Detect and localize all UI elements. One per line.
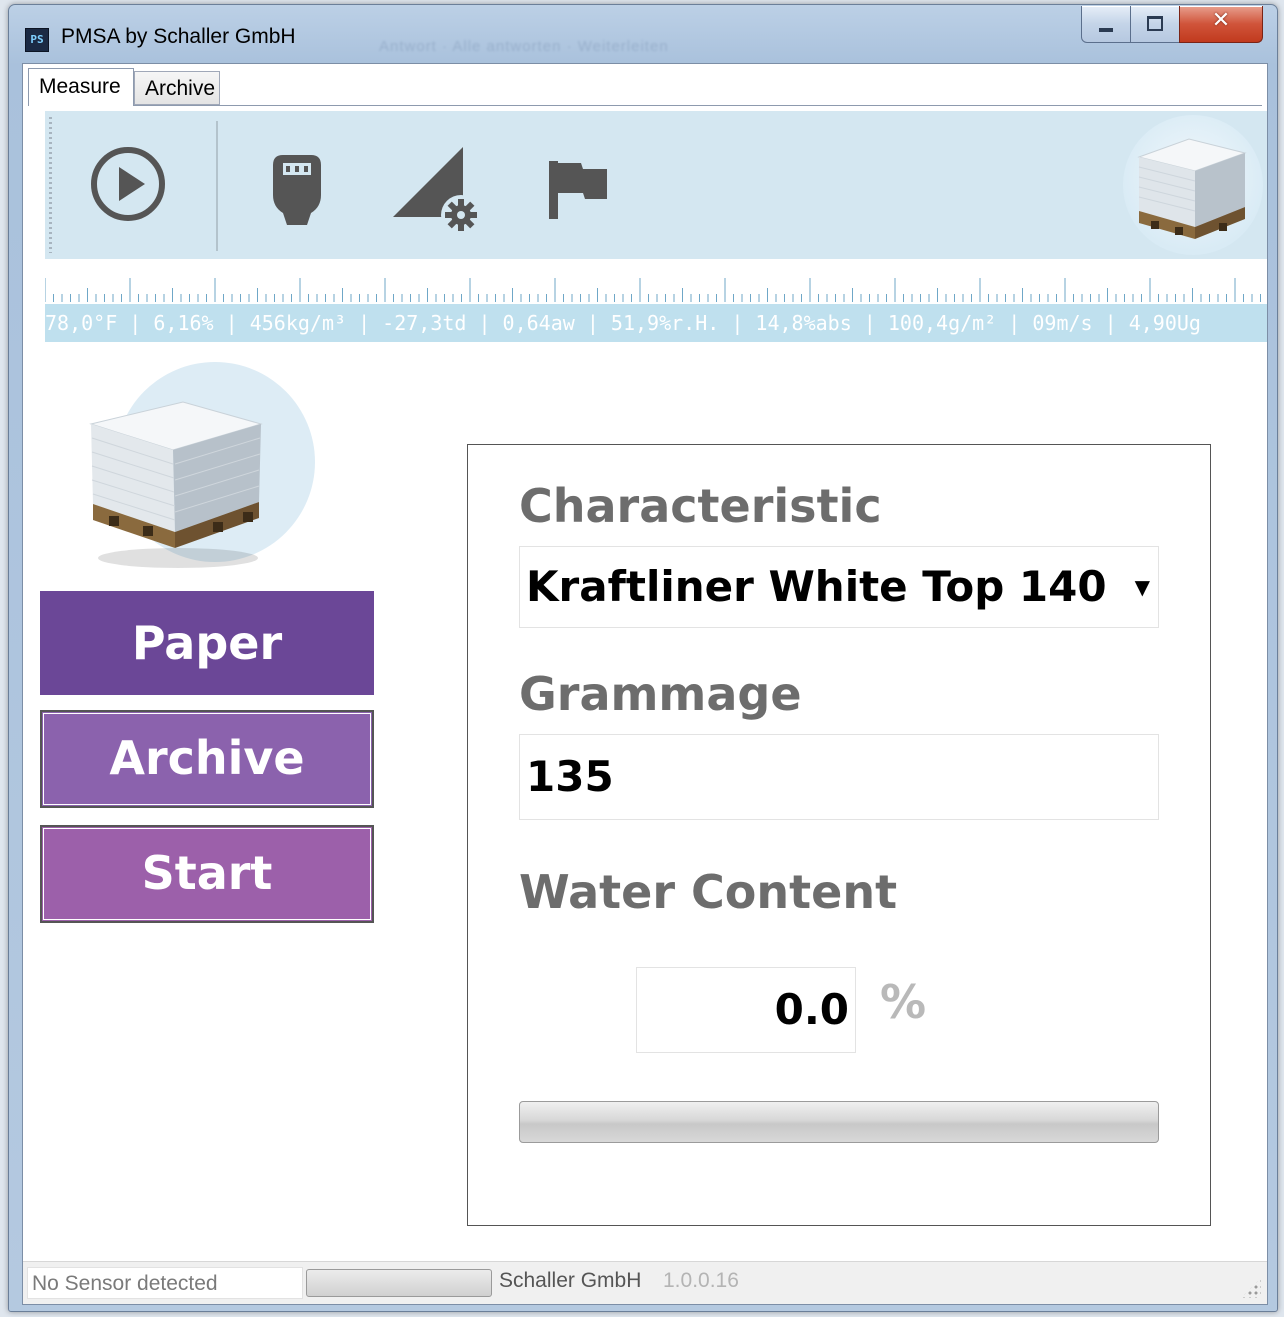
status-bar: No Sensor detected Schaller GmbH 1.0.0.1… — [23, 1261, 1267, 1304]
paper-pallet-icon — [89, 401, 263, 568]
sensor-button[interactable] — [267, 151, 327, 233]
close-button[interactable]: ✕ — [1179, 6, 1263, 43]
tab-measure[interactable]: Measure — [28, 68, 134, 106]
maximize-button[interactable] — [1130, 6, 1180, 43]
tab-divider — [28, 105, 1262, 106]
title-bar[interactable]: PS PMSA by Schaller GmbH Antwort · Alle … — [9, 5, 1277, 61]
toolbar — [45, 111, 1267, 259]
ruler-scale — [44, 278, 1261, 302]
flag-icon — [549, 161, 607, 219]
close-icon: ✕ — [1211, 8, 1231, 33]
app-icon: PS — [25, 28, 49, 52]
status-progress-bar — [306, 1269, 492, 1297]
grammage-input[interactable]: 135 — [519, 734, 1159, 820]
play-button[interactable] — [87, 143, 169, 229]
sensor-status: No Sensor detected — [27, 1267, 303, 1299]
start-button[interactable]: Start — [40, 825, 374, 923]
water-content-value[interactable]: 0.0 — [636, 967, 856, 1053]
measurement-progress-bar — [519, 1101, 1159, 1143]
client-area: Measure Archive 78,0°F | 6,16% | 456kg/m… — [22, 63, 1268, 1305]
characteristic-select[interactable]: Kraftliner White Top 140 ▼ — [519, 546, 1159, 628]
version-label: 1.0.0.16 — [663, 1269, 739, 1292]
calibration-settings-icon — [393, 147, 481, 235]
company-name: Schaller GmbH — [499, 1269, 642, 1292]
calibration-button[interactable] — [389, 143, 489, 239]
minimize-icon — [1099, 28, 1113, 32]
play-icon — [91, 147, 165, 221]
measurement-ticker: 78,0°F | 6,16% | 456kg/m³ | -27,3td | 0,… — [45, 304, 1267, 342]
sensor-plug-icon — [273, 155, 321, 225]
flag-button[interactable] — [545, 157, 611, 227]
window-title: PMSA by Schaller GmbH — [61, 25, 296, 48]
paper-pallet-illustration — [83, 362, 315, 592]
measurement-panel: Characteristic Kraftliner White Top 140 … — [467, 444, 1211, 1226]
chevron-down-icon[interactable]: ▼ — [1135, 547, 1150, 627]
grammage-label: Grammage — [519, 667, 802, 721]
paper-pallet-icon — [1137, 138, 1247, 239]
paper-pallet-image — [1123, 115, 1263, 255]
water-content-unit: % — [880, 975, 927, 1029]
toolbar-separator — [216, 121, 218, 251]
tab-strip: Measure Archive — [23, 64, 1267, 106]
minimize-button[interactable] — [1081, 6, 1131, 43]
app-window: PS PMSA by Schaller GmbH Antwort · Alle … — [8, 4, 1278, 1312]
toolbar-grip[interactable] — [49, 117, 52, 253]
characteristic-label: Characteristic — [519, 479, 882, 533]
measurement-ruler — [44, 264, 1267, 302]
paper-button[interactable]: Paper — [40, 591, 374, 695]
characteristic-value: Kraftliner White Top 140 — [526, 562, 1107, 611]
maximize-icon — [1147, 16, 1163, 31]
resize-grip[interactable] — [1241, 1278, 1261, 1298]
archive-button[interactable]: Archive — [40, 710, 374, 808]
tab-archive[interactable]: Archive — [134, 71, 220, 105]
water-content-label: Water Content — [519, 865, 898, 919]
background-window-ghost: Antwort · Alle antworten · Weiterleiten — [379, 38, 669, 55]
